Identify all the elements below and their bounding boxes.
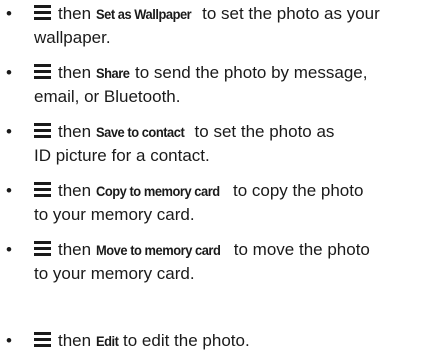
menu-icon <box>34 5 51 20</box>
item-content: then Copy to memory card to copy the pho… <box>34 179 418 226</box>
bullet: • <box>6 63 12 82</box>
item-line-2: to your memory card. <box>34 264 195 283</box>
item-line-1: then Set as Wallpaper to set the photo a… <box>34 2 418 26</box>
item-line-2: email, or Bluetooth. <box>34 87 181 106</box>
then-text: then <box>58 240 92 259</box>
bullet: • <box>6 4 12 23</box>
item-line-1: then Share to send the photo by message, <box>34 61 418 85</box>
item-line-2: ID picture for a contact. <box>34 146 210 165</box>
menu-icon <box>34 241 51 256</box>
description-text: to set the photo as your <box>202 4 380 23</box>
command-label: Edit <box>95 333 119 349</box>
then-text: then <box>58 4 92 23</box>
item-line-1: then Move to memory card to move the pho… <box>34 238 418 262</box>
item-content: then Edit to edit the photo. <box>34 329 418 353</box>
then-text: then <box>58 181 92 200</box>
description-text: to copy the photo <box>233 181 364 200</box>
menu-icon <box>34 332 51 347</box>
item-line-2: wallpaper. <box>34 28 111 47</box>
description-text: to edit the photo. <box>123 331 250 350</box>
command-label: Save to contact <box>95 124 185 140</box>
item-line-1: then Copy to memory card to copy the pho… <box>34 179 418 203</box>
then-text: then <box>58 331 92 350</box>
command-label: Move to memory card <box>95 242 221 258</box>
command-label: Share <box>95 65 130 81</box>
description-text: to set the photo as <box>194 122 335 141</box>
then-text: then <box>58 122 92 141</box>
bullet: • <box>6 331 12 350</box>
item-content: then Set as Wallpaper to set the photo a… <box>34 2 418 49</box>
then-text: then <box>58 63 92 82</box>
bullet: • <box>6 240 12 259</box>
bullet: • <box>6 122 12 141</box>
item-line-1: then Edit to edit the photo. <box>34 329 418 353</box>
item-line-2: to your memory card. <box>34 205 195 224</box>
menu-icon <box>34 64 51 79</box>
item-content: then Save to contact to set the photo as… <box>34 120 418 167</box>
bullet: • <box>6 181 12 200</box>
description-text: to move the photo <box>233 240 370 259</box>
item-content: then Move to memory card to move the pho… <box>34 238 418 285</box>
menu-icon <box>34 182 51 197</box>
menu-icon <box>34 123 51 138</box>
command-label: Set as Wallpaper <box>95 6 192 22</box>
item-content: then Share to send the photo by message,… <box>34 61 418 108</box>
command-label: Copy to memory card <box>95 183 220 199</box>
description-text: to send the photo by message, <box>134 63 368 82</box>
item-line-1: then Save to contact to set the photo as <box>34 120 418 144</box>
